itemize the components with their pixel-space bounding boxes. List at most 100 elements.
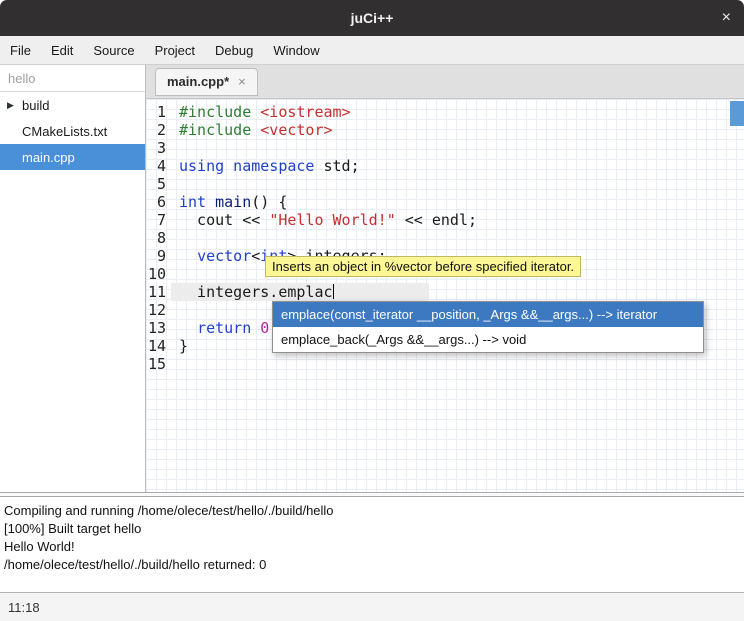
code-token: integers.emplac — [179, 283, 333, 301]
line-number: 5 — [146, 175, 171, 193]
output-line: Compiling and running /home/olece/test/h… — [4, 502, 740, 520]
code-token: <vector> — [260, 121, 332, 139]
app-window: juCi++ × FileEditSourceProjectDebugWindo… — [0, 0, 744, 621]
code-token: << endl; — [396, 211, 477, 229]
line-number: 3 — [146, 139, 171, 157]
code-line-2: 2#include <vector> — [146, 121, 744, 139]
code-text — [171, 265, 179, 283]
tree-item-label: main.cpp — [0, 150, 75, 165]
code-token: vector — [197, 247, 251, 265]
code-token: std; — [314, 157, 359, 175]
code-text — [171, 301, 179, 319]
expander-icon[interactable]: ▶ — [7, 100, 14, 111]
code-token: using namespace — [179, 157, 314, 175]
code-text — [171, 229, 179, 247]
code-line-5: 5 — [146, 175, 744, 193]
code-token: } — [179, 337, 188, 355]
scrollbar-thumb[interactable] — [730, 101, 744, 126]
line-number: 14 — [146, 337, 171, 355]
code-line-6: 6int main() { — [146, 193, 744, 211]
status-bar: 11:18 — [0, 592, 744, 621]
tab-close-icon[interactable]: × — [238, 74, 246, 89]
code-token: < — [251, 247, 260, 265]
code-line-15: 15 — [146, 355, 744, 373]
line-number: 6 — [146, 193, 171, 211]
output-line: /home/olece/test/hello/./build/hello ret… — [4, 556, 740, 574]
tree-item-label: CMakeLists.txt — [0, 124, 107, 139]
menu-item-window[interactable]: Window — [263, 36, 329, 64]
menu-item-debug[interactable]: Debug — [205, 36, 263, 64]
line-number: 12 — [146, 301, 171, 319]
line-number: 1 — [146, 103, 171, 121]
line-number: 8 — [146, 229, 171, 247]
code-token: return — [197, 319, 251, 337]
menu-item-source[interactable]: Source — [83, 36, 144, 64]
tree-item-main-cpp[interactable]: main.cpp — [0, 144, 145, 170]
code-token: "Hello World!" — [269, 211, 395, 229]
cursor-position: 11:18 — [8, 600, 40, 615]
menu-bar: FileEditSourceProjectDebugWindow — [0, 36, 744, 65]
line-number: 15 — [146, 355, 171, 373]
window-close-icon[interactable]: × — [722, 0, 731, 36]
line-number: 11 — [146, 283, 171, 301]
line-number: 7 — [146, 211, 171, 229]
code-editor[interactable]: 1#include <iostream>2#include <vector>34… — [146, 99, 744, 492]
code-text: cout << "Hello World!" << endl; — [171, 211, 477, 229]
line-number: 2 — [146, 121, 171, 139]
line-number: 13 — [146, 319, 171, 337]
code-token: int — [179, 193, 206, 211]
code-token: () { — [251, 193, 287, 211]
line-number: 9 — [146, 247, 171, 265]
code-token — [179, 247, 197, 265]
code-text — [171, 175, 179, 193]
code-text: #include <iostream> — [171, 103, 351, 121]
code-line-1: 1#include <iostream> — [146, 103, 744, 121]
code-text: integers.emplac — [171, 283, 334, 301]
window-title: juCi++ — [0, 0, 744, 36]
code-text: int main() { — [171, 193, 287, 211]
file-tree: ▶build CMakeLists.txt main.cpp — [0, 92, 145, 170]
code-text — [171, 139, 179, 157]
code-text: } — [171, 337, 188, 355]
code-line-11: 11 integers.emplac — [146, 283, 744, 301]
code-line-4: 4using namespace std; — [146, 157, 744, 175]
doc-tooltip: Inserts an object in %vector before spec… — [265, 256, 581, 277]
menu-item-edit[interactable]: Edit — [41, 36, 83, 64]
code-text — [171, 355, 179, 373]
code-line-7: 7 cout << "Hello World!" << endl; — [146, 211, 744, 229]
code-token — [206, 193, 215, 211]
project-name: hello — [0, 65, 145, 92]
editor-column: main.cpp* × 1#include <iostream>2#includ… — [146, 65, 744, 492]
output-line: Hello World! — [4, 538, 740, 556]
tab-label: main.cpp* — [167, 74, 229, 89]
output-line: [100%] Built target hello — [4, 520, 740, 538]
code-token: #include — [179, 121, 260, 139]
code-token — [251, 319, 260, 337]
code-text: return 0; — [171, 319, 278, 337]
tab-bar: main.cpp* × — [146, 65, 744, 99]
tab-main-cpp[interactable]: main.cpp* × — [155, 68, 258, 96]
terminal-output[interactable]: Compiling and running /home/olece/test/h… — [0, 497, 744, 592]
code-token — [179, 319, 197, 337]
code-line-8: 8 — [146, 229, 744, 247]
main-area: hello ▶build CMakeLists.txt main.cpp main.… — [0, 65, 744, 492]
line-number: 4 — [146, 157, 171, 175]
tree-item-build[interactable]: ▶build — [0, 92, 145, 118]
code-text: using namespace std; — [171, 157, 360, 175]
text-cursor — [333, 284, 334, 299]
autocomplete-item[interactable]: emplace_back(_Args &&__args...) --> void — [273, 327, 703, 352]
file-tree-panel: hello ▶build CMakeLists.txt main.cpp — [0, 65, 146, 492]
autocomplete-popup: emplace(const_iterator __position, _Args… — [272, 301, 704, 353]
code-token: <iostream> — [260, 103, 350, 121]
menu-item-file[interactable]: File — [0, 36, 41, 64]
menu-item-project[interactable]: Project — [145, 36, 205, 64]
line-number: 10 — [146, 265, 171, 283]
tree-item-cmakelists-txt[interactable]: CMakeLists.txt — [0, 118, 145, 144]
code-token: #include — [179, 103, 260, 121]
code-token: main — [215, 193, 251, 211]
title-bar[interactable]: juCi++ × — [0, 0, 744, 36]
code-token: 0 — [260, 319, 269, 337]
autocomplete-item[interactable]: emplace(const_iterator __position, _Args… — [273, 302, 703, 327]
code-text: #include <vector> — [171, 121, 333, 139]
code-token: cout << — [179, 211, 269, 229]
